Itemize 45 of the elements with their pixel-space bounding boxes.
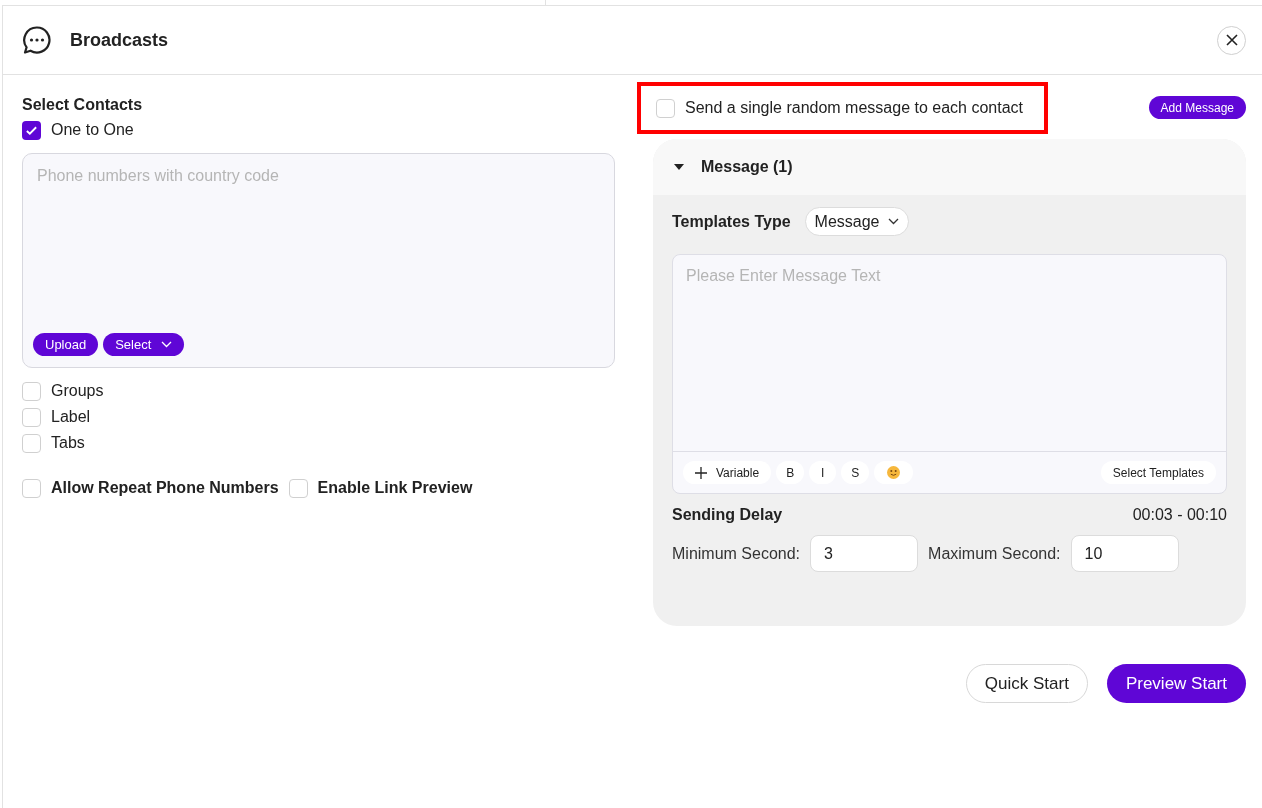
- delay-range-text: 00:03 - 00:10: [1132, 505, 1227, 525]
- window-title: Broadcasts: [70, 28, 169, 52]
- checkbox[interactable]: [22, 120, 41, 140]
- preview-start-button[interactable]: Preview Start: [1106, 664, 1246, 703]
- checkbox-label: Send a single random message to each contact: [685, 98, 1023, 118]
- close-icon: [1224, 33, 1239, 47]
- field-label: Templates Type: [672, 211, 791, 232]
- checkbox-label: Tabs: [51, 433, 85, 453]
- checkbox-label: Label: [51, 407, 91, 427]
- select-templates-button[interactable]: Select Templates: [1100, 461, 1216, 484]
- checkbox[interactable]: [22, 407, 41, 427]
- checkbox-label: Enable Link Preview: [317, 478, 473, 498]
- select-dropdown[interactable]: Select: [103, 333, 185, 356]
- templates-type-dropdown[interactable]: Message: [804, 207, 910, 236]
- checkbox[interactable]: [22, 478, 41, 498]
- checkbox-label: Allow Repeat Phone Numbers: [51, 478, 279, 498]
- add-variable-button[interactable]: Variable: [683, 461, 772, 484]
- smiley-icon: [887, 466, 901, 479]
- chevron-down-icon: [888, 218, 900, 225]
- seconds-input-field[interactable]: 3: [810, 535, 919, 572]
- checkbox[interactable]: [288, 478, 308, 498]
- field-label: Sending Delay: [672, 505, 783, 525]
- panel-header[interactable]: Message (1): [653, 139, 1246, 195]
- format-button[interactable]: I: [809, 461, 837, 484]
- format-button[interactable]: B: [776, 461, 805, 484]
- emoji-button[interactable]: [874, 461, 914, 484]
- checkbox-label: One to One: [51, 120, 134, 140]
- checkbox[interactable]: [656, 98, 675, 118]
- panel-title: Message (1): [701, 157, 793, 177]
- seconds-input-field[interactable]: 10: [1070, 535, 1179, 572]
- plus-icon: [695, 466, 707, 479]
- checkbox[interactable]: [22, 381, 41, 401]
- quick-start-button[interactable]: Quick Start: [965, 664, 1088, 703]
- message-text-field[interactable]: Please Enter Message Text Variable B I S Select Templates: [672, 254, 1227, 494]
- field-label: Minimum Second:: [672, 543, 801, 564]
- chevron-down-icon: [161, 341, 173, 348]
- chat-bubble-icon: [22, 25, 52, 55]
- field-label: Maximum Second:: [928, 543, 1061, 564]
- format-button[interactable]: S: [841, 461, 870, 484]
- checkbox[interactable]: [22, 433, 41, 453]
- phone-numbers-field[interactable]: Phone numbers with country code Upload Select: [22, 153, 615, 368]
- upload-button[interactable]: Upload: [33, 333, 99, 356]
- add-message-button[interactable]: Add Message: [1148, 96, 1246, 119]
- checkbox-label: Groups: [51, 381, 104, 401]
- section-heading: Select Contacts: [22, 95, 144, 115]
